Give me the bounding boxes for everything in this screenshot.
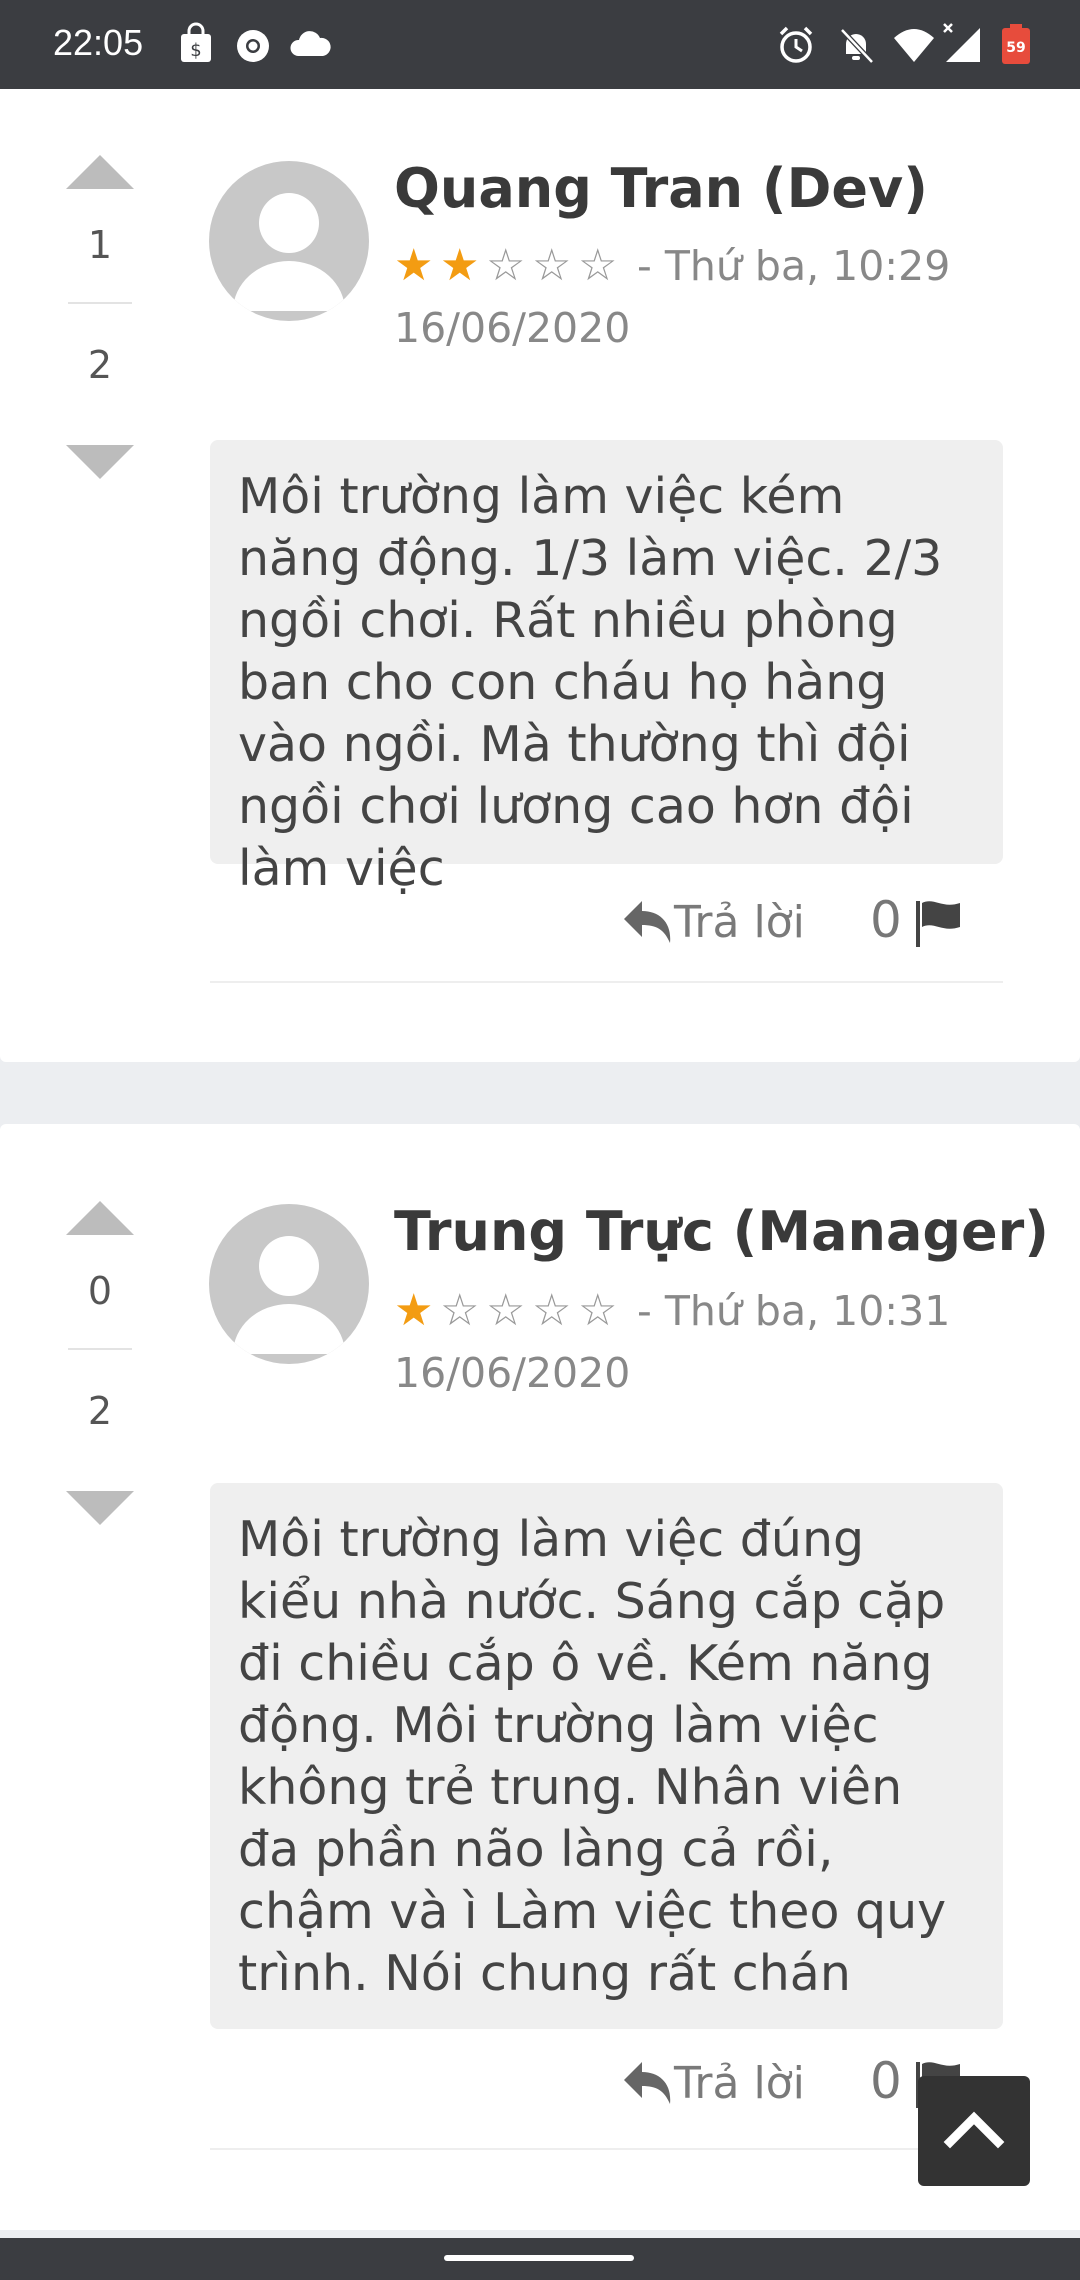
reply-button[interactable]: Trả lời <box>674 2058 805 2109</box>
status-time: 22:05 <box>53 22 144 63</box>
battery-icon: 59 <box>1002 24 1030 64</box>
star-rating: ★ ☆ ☆ ☆ ☆ <box>394 1285 637 1336</box>
alarm-icon <box>779 26 813 63</box>
review-text: Môi trường làm việc kém năng động. 1/3 l… <box>210 440 1003 897</box>
battery-level: 59 <box>1006 40 1025 56</box>
upvote-icon[interactable] <box>64 151 136 199</box>
chevron-up-icon <box>943 2111 1005 2149</box>
wifi-icon <box>894 29 934 62</box>
star-icon: ☆ <box>440 1285 480 1336</box>
review-meta: ★ ☆ ☆ ☆ ☆ - Thứ ba, 10:31 16/06/2020 <box>394 1280 1014 1404</box>
avatar <box>209 1204 369 1364</box>
review-date: - Thứ ba, 10:29 <box>637 242 951 290</box>
review-text: Môi trường làm việc đúng kiểu nhà nước. … <box>210 1483 1003 2029</box>
star-icon: ☆ <box>486 240 526 291</box>
review-actions: Trả lời 0 <box>620 889 1010 959</box>
vote-divider <box>68 1348 132 1350</box>
downvote-count: 2 <box>87 1389 113 1433</box>
star-icon: ☆ <box>532 1285 572 1336</box>
upvote-count: 1 <box>87 223 113 267</box>
home-gesture-handle[interactable] <box>444 2255 634 2261</box>
vote-column: 1 2 <box>60 151 140 551</box>
vote-divider <box>68 302 132 304</box>
author-name[interactable]: Quang Tran (Dev) <box>394 157 928 220</box>
star-icon: ★ <box>394 1285 434 1336</box>
star-icon: ★ <box>440 240 480 291</box>
downvote-icon[interactable] <box>64 441 136 489</box>
star-icon: ☆ <box>486 1285 526 1336</box>
review-card: 1 2 Quang Tran (Dev) ★ ★ ☆ ☆ ☆ - Thứ ba, 10:… <box>0 89 1080 1062</box>
reply-button[interactable]: Trả lời <box>674 897 805 948</box>
review-card: 0 2 Trung Trực (Manager) ★ ☆ ☆ ☆ ☆ - Thứ ba,… <box>0 1124 1080 2230</box>
flag-icon[interactable] <box>912 897 964 949</box>
status-bar: 22:05 $ 59 <box>0 0 1080 89</box>
notifications-off-icon <box>840 28 874 64</box>
scroll-to-top-button[interactable] <box>918 2076 1030 2186</box>
avatar <box>209 161 369 321</box>
cloud-icon <box>290 31 331 56</box>
vote-column: 0 2 <box>60 1197 140 1597</box>
reply-icon[interactable] <box>620 2058 674 2108</box>
shopping-bag-icon: $ <box>181 22 211 62</box>
star-icon: ☆ <box>578 1285 618 1336</box>
review-date-line2: 16/06/2020 <box>394 1349 631 1397</box>
upvote-count: 0 <box>87 1269 113 1313</box>
divider <box>210 981 1003 983</box>
signal-icon <box>943 23 980 62</box>
downvote-count: 2 <box>87 343 113 387</box>
navigation-bar <box>0 2238 1080 2280</box>
flag-count: 0 <box>870 891 902 949</box>
star-icon: ☆ <box>578 240 618 291</box>
review-date-line2: 16/06/2020 <box>394 304 631 352</box>
star-rating: ★ ★ ☆ ☆ ☆ <box>394 240 637 291</box>
divider <box>210 2148 1003 2150</box>
upvote-icon[interactable] <box>64 1197 136 1245</box>
reply-icon[interactable] <box>620 897 674 947</box>
chrome-icon <box>237 30 269 62</box>
flag-count: 0 <box>870 2052 902 2110</box>
star-icon: ★ <box>394 240 434 291</box>
review-meta: ★ ★ ☆ ☆ ☆ - Thứ ba, 10:29 16/06/2020 <box>394 235 1014 359</box>
author-name[interactable]: Trung Trực (Manager) <box>394 1200 1049 1263</box>
star-icon: ☆ <box>532 240 572 291</box>
downvote-icon[interactable] <box>64 1487 136 1535</box>
review-date: - Thứ ba, 10:31 <box>637 1287 951 1335</box>
svg-text:$: $ <box>190 40 201 61</box>
